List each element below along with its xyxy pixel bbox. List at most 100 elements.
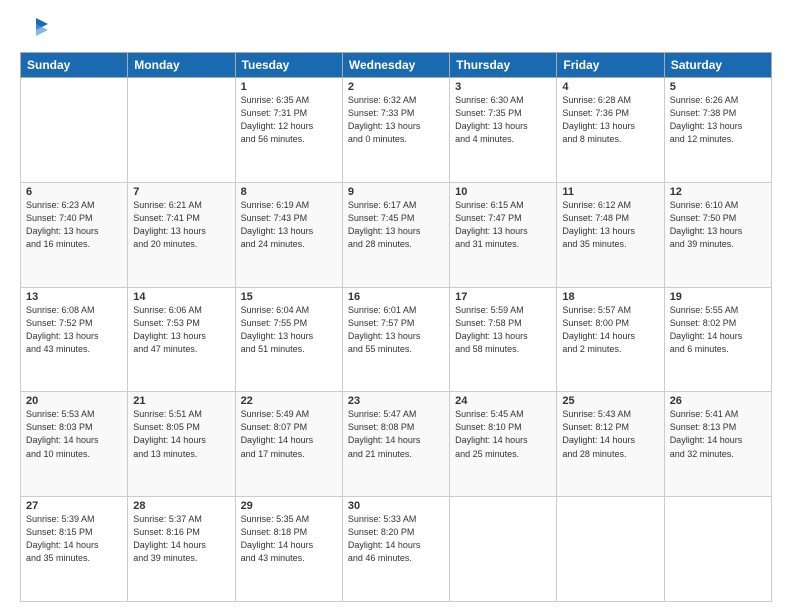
day-info: Sunrise: 5:39 AM Sunset: 8:15 PM Dayligh…: [26, 513, 122, 565]
calendar-cell: 7Sunrise: 6:21 AM Sunset: 7:41 PM Daylig…: [128, 182, 235, 287]
day-info: Sunrise: 5:57 AM Sunset: 8:00 PM Dayligh…: [562, 304, 658, 356]
day-info: Sunrise: 5:43 AM Sunset: 8:12 PM Dayligh…: [562, 408, 658, 460]
day-info: Sunrise: 6:28 AM Sunset: 7:36 PM Dayligh…: [562, 94, 658, 146]
day-info: Sunrise: 6:15 AM Sunset: 7:47 PM Dayligh…: [455, 199, 551, 251]
day-info: Sunrise: 6:08 AM Sunset: 7:52 PM Dayligh…: [26, 304, 122, 356]
calendar-cell: [21, 78, 128, 183]
day-info: Sunrise: 5:49 AM Sunset: 8:07 PM Dayligh…: [241, 408, 337, 460]
day-info: Sunrise: 6:04 AM Sunset: 7:55 PM Dayligh…: [241, 304, 337, 356]
calendar-cell: 11Sunrise: 6:12 AM Sunset: 7:48 PM Dayli…: [557, 182, 664, 287]
weekday-saturday: Saturday: [664, 53, 771, 78]
calendar-cell: 13Sunrise: 6:08 AM Sunset: 7:52 PM Dayli…: [21, 287, 128, 392]
calendar-week-3: 13Sunrise: 6:08 AM Sunset: 7:52 PM Dayli…: [21, 287, 772, 392]
weekday-thursday: Thursday: [450, 53, 557, 78]
day-info: Sunrise: 6:26 AM Sunset: 7:38 PM Dayligh…: [670, 94, 766, 146]
day-number: 3: [455, 81, 551, 93]
calendar-week-1: 1Sunrise: 6:35 AM Sunset: 7:31 PM Daylig…: [21, 78, 772, 183]
calendar-cell: [664, 497, 771, 602]
calendar-cell: 12Sunrise: 6:10 AM Sunset: 7:50 PM Dayli…: [664, 182, 771, 287]
day-number: 5: [670, 81, 766, 93]
day-info: Sunrise: 6:10 AM Sunset: 7:50 PM Dayligh…: [670, 199, 766, 251]
day-number: 18: [562, 291, 658, 303]
day-info: Sunrise: 6:19 AM Sunset: 7:43 PM Dayligh…: [241, 199, 337, 251]
day-info: Sunrise: 6:23 AM Sunset: 7:40 PM Dayligh…: [26, 199, 122, 251]
calendar-cell: 3Sunrise: 6:30 AM Sunset: 7:35 PM Daylig…: [450, 78, 557, 183]
day-number: 2: [348, 81, 444, 93]
calendar-cell: 1Sunrise: 6:35 AM Sunset: 7:31 PM Daylig…: [235, 78, 342, 183]
weekday-wednesday: Wednesday: [342, 53, 449, 78]
calendar-cell: 28Sunrise: 5:37 AM Sunset: 8:16 PM Dayli…: [128, 497, 235, 602]
day-info: Sunrise: 5:37 AM Sunset: 8:16 PM Dayligh…: [133, 513, 229, 565]
day-info: Sunrise: 5:33 AM Sunset: 8:20 PM Dayligh…: [348, 513, 444, 565]
day-number: 17: [455, 291, 551, 303]
day-number: 16: [348, 291, 444, 303]
day-number: 30: [348, 500, 444, 512]
calendar-cell: 20Sunrise: 5:53 AM Sunset: 8:03 PM Dayli…: [21, 392, 128, 497]
calendar-cell: 23Sunrise: 5:47 AM Sunset: 8:08 PM Dayli…: [342, 392, 449, 497]
day-number: 26: [670, 395, 766, 407]
day-info: Sunrise: 5:41 AM Sunset: 8:13 PM Dayligh…: [670, 408, 766, 460]
calendar-cell: 16Sunrise: 6:01 AM Sunset: 7:57 PM Dayli…: [342, 287, 449, 392]
day-info: Sunrise: 6:06 AM Sunset: 7:53 PM Dayligh…: [133, 304, 229, 356]
day-info: Sunrise: 5:51 AM Sunset: 8:05 PM Dayligh…: [133, 408, 229, 460]
calendar-cell: 22Sunrise: 5:49 AM Sunset: 8:07 PM Dayli…: [235, 392, 342, 497]
day-number: 24: [455, 395, 551, 407]
day-info: Sunrise: 5:53 AM Sunset: 8:03 PM Dayligh…: [26, 408, 122, 460]
calendar-cell: [557, 497, 664, 602]
calendar-cell: 21Sunrise: 5:51 AM Sunset: 8:05 PM Dayli…: [128, 392, 235, 497]
calendar-cell: 10Sunrise: 6:15 AM Sunset: 7:47 PM Dayli…: [450, 182, 557, 287]
day-number: 6: [26, 186, 122, 198]
day-number: 22: [241, 395, 337, 407]
day-info: Sunrise: 5:35 AM Sunset: 8:18 PM Dayligh…: [241, 513, 337, 565]
day-info: Sunrise: 6:30 AM Sunset: 7:35 PM Dayligh…: [455, 94, 551, 146]
calendar-cell: [450, 497, 557, 602]
weekday-header-row: SundayMondayTuesdayWednesdayThursdayFrid…: [21, 53, 772, 78]
day-info: Sunrise: 5:59 AM Sunset: 7:58 PM Dayligh…: [455, 304, 551, 356]
weekday-friday: Friday: [557, 53, 664, 78]
day-number: 25: [562, 395, 658, 407]
weekday-tuesday: Tuesday: [235, 53, 342, 78]
calendar-cell: 26Sunrise: 5:41 AM Sunset: 8:13 PM Dayli…: [664, 392, 771, 497]
calendar-cell: 14Sunrise: 6:06 AM Sunset: 7:53 PM Dayli…: [128, 287, 235, 392]
day-info: Sunrise: 5:45 AM Sunset: 8:10 PM Dayligh…: [455, 408, 551, 460]
day-number: 19: [670, 291, 766, 303]
day-info: Sunrise: 6:21 AM Sunset: 7:41 PM Dayligh…: [133, 199, 229, 251]
calendar-cell: 17Sunrise: 5:59 AM Sunset: 7:58 PM Dayli…: [450, 287, 557, 392]
calendar-cell: 18Sunrise: 5:57 AM Sunset: 8:00 PM Dayli…: [557, 287, 664, 392]
page: SundayMondayTuesdayWednesdayThursdayFrid…: [0, 0, 792, 612]
calendar-cell: 15Sunrise: 6:04 AM Sunset: 7:55 PM Dayli…: [235, 287, 342, 392]
weekday-sunday: Sunday: [21, 53, 128, 78]
day-number: 1: [241, 81, 337, 93]
calendar-cell: [128, 78, 235, 183]
logo: [20, 16, 50, 44]
calendar-week-4: 20Sunrise: 5:53 AM Sunset: 8:03 PM Dayli…: [21, 392, 772, 497]
calendar-week-5: 27Sunrise: 5:39 AM Sunset: 8:15 PM Dayli…: [21, 497, 772, 602]
day-number: 7: [133, 186, 229, 198]
day-number: 13: [26, 291, 122, 303]
day-info: Sunrise: 6:35 AM Sunset: 7:31 PM Dayligh…: [241, 94, 337, 146]
day-number: 9: [348, 186, 444, 198]
day-info: Sunrise: 6:17 AM Sunset: 7:45 PM Dayligh…: [348, 199, 444, 251]
day-number: 27: [26, 500, 122, 512]
day-number: 12: [670, 186, 766, 198]
day-number: 14: [133, 291, 229, 303]
day-number: 11: [562, 186, 658, 198]
header: [20, 16, 772, 44]
day-number: 21: [133, 395, 229, 407]
day-number: 29: [241, 500, 337, 512]
day-info: Sunrise: 6:32 AM Sunset: 7:33 PM Dayligh…: [348, 94, 444, 146]
day-info: Sunrise: 6:12 AM Sunset: 7:48 PM Dayligh…: [562, 199, 658, 251]
calendar-cell: 9Sunrise: 6:17 AM Sunset: 7:45 PM Daylig…: [342, 182, 449, 287]
weekday-monday: Monday: [128, 53, 235, 78]
day-info: Sunrise: 5:47 AM Sunset: 8:08 PM Dayligh…: [348, 408, 444, 460]
day-number: 10: [455, 186, 551, 198]
day-number: 15: [241, 291, 337, 303]
day-info: Sunrise: 5:55 AM Sunset: 8:02 PM Dayligh…: [670, 304, 766, 356]
day-number: 20: [26, 395, 122, 407]
day-info: Sunrise: 6:01 AM Sunset: 7:57 PM Dayligh…: [348, 304, 444, 356]
calendar-cell: 5Sunrise: 6:26 AM Sunset: 7:38 PM Daylig…: [664, 78, 771, 183]
calendar-cell: 25Sunrise: 5:43 AM Sunset: 8:12 PM Dayli…: [557, 392, 664, 497]
calendar-cell: 27Sunrise: 5:39 AM Sunset: 8:15 PM Dayli…: [21, 497, 128, 602]
calendar-cell: 8Sunrise: 6:19 AM Sunset: 7:43 PM Daylig…: [235, 182, 342, 287]
calendar-cell: 30Sunrise: 5:33 AM Sunset: 8:20 PM Dayli…: [342, 497, 449, 602]
